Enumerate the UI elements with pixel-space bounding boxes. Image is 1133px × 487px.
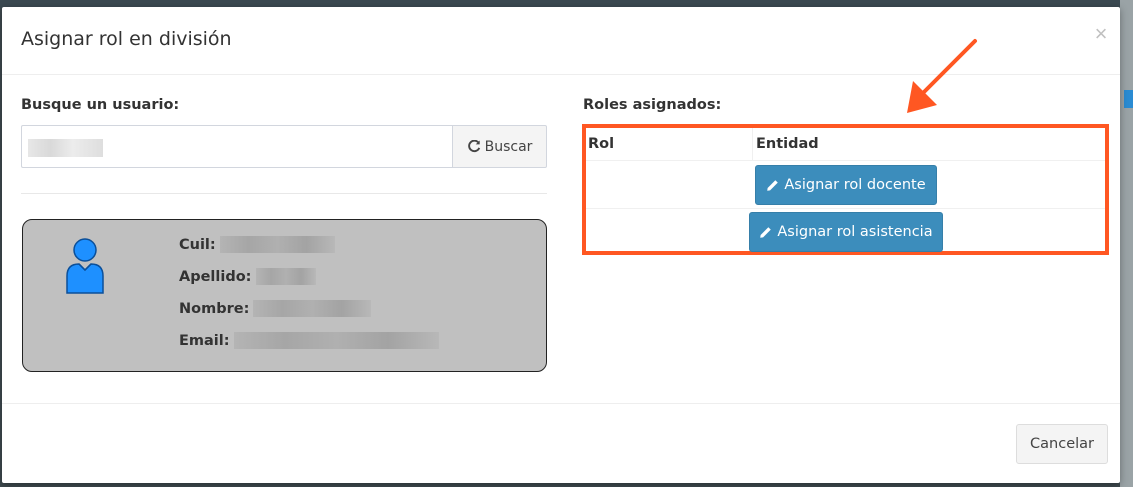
field-nombre: Nombre: <box>179 300 372 317</box>
button-label: Asignar rol docente <box>784 177 926 193</box>
pencil-icon <box>767 179 779 191</box>
modal-footer-divider <box>2 403 1120 404</box>
field-value-redacted <box>219 236 335 253</box>
field-label: Email: <box>179 332 230 349</box>
field-cuil: Cuil: <box>179 236 335 253</box>
cancel-button[interactable]: Cancelar <box>1016 424 1108 464</box>
assign-teacher-role-button[interactable]: Asignar rol docente <box>755 165 937 205</box>
backdrop-right <box>1120 0 1133 487</box>
close-icon[interactable]: × <box>1092 23 1110 45</box>
button-label: Asignar rol asistencia <box>777 224 933 240</box>
column-header-rol: Rol <box>588 136 615 152</box>
field-value-redacted <box>255 268 316 285</box>
divider <box>21 193 547 194</box>
field-label: Nombre: <box>179 300 250 317</box>
search-value-redacted <box>28 139 103 157</box>
column-header-entidad: Entidad <box>756 136 819 152</box>
field-value-redacted <box>253 300 372 317</box>
annotation-arrow-icon <box>907 39 977 113</box>
field-label: Apellido: <box>179 268 252 285</box>
modal-title: Asignar rol en división <box>21 28 232 50</box>
pencil-icon <box>760 226 772 238</box>
roles-table-header: Rol Entidad <box>586 128 1105 161</box>
roles-table-highlight: Rol Entidad Asignar rol docente Asignar … <box>582 124 1109 255</box>
assign-role-modal: Asignar rol en división × Busque un usua… <box>2 7 1120 483</box>
column-separator <box>752 128 753 161</box>
search-button-label: Buscar <box>484 138 533 155</box>
user-card: Cuil: Apellido: Nombre: Email: <box>22 219 547 372</box>
assign-assistance-role-button[interactable]: Asignar rol asistencia <box>749 212 943 252</box>
roles-label: Roles asignados: <box>583 97 722 113</box>
field-apellido: Apellido: <box>179 268 316 285</box>
field-label: Cuil: <box>179 236 216 253</box>
user-icon <box>66 238 104 294</box>
row-separator <box>586 208 1105 209</box>
search-button[interactable]: Buscar <box>452 125 547 168</box>
field-email: Email: <box>179 332 439 349</box>
search-label: Busque un usuario: <box>21 97 180 113</box>
backdrop-accent <box>1124 90 1133 108</box>
field-value-redacted <box>233 332 439 349</box>
refresh-icon <box>467 139 480 152</box>
